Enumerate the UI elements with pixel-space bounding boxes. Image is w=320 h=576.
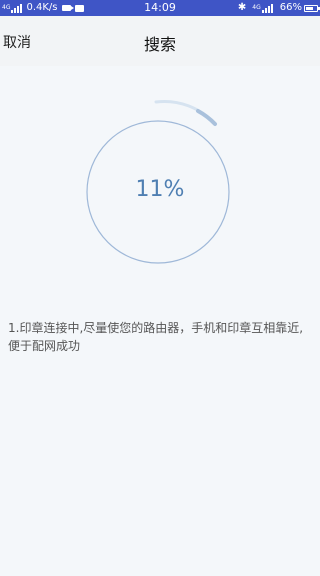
instructions-text: 1.印章连接中,尽量使您的路由器，手机和印章互相靠近,便于配网成功 [8, 321, 304, 353]
battery-icon [304, 4, 320, 12]
network-type-right: 4G [252, 4, 261, 11]
progress-percent: 11% [135, 177, 185, 202]
progress-indicator: 11% [80, 95, 240, 285]
progress-arc-head [196, 109, 217, 126]
progress-arc [154, 100, 217, 126]
signal-icon-right [261, 3, 274, 13]
bluetooth-icon: ✱ [237, 2, 247, 13]
status-right: ✱ 4G 66% [237, 0, 320, 16]
battery-percent: 66% [279, 2, 302, 13]
page-title: 搜索 [143, 35, 176, 54]
nav-bar: 取消 搜索 [0, 16, 320, 66]
status-bar: 4G 0.4K/s 14:09 ✱ 4G 66% [0, 0, 320, 16]
